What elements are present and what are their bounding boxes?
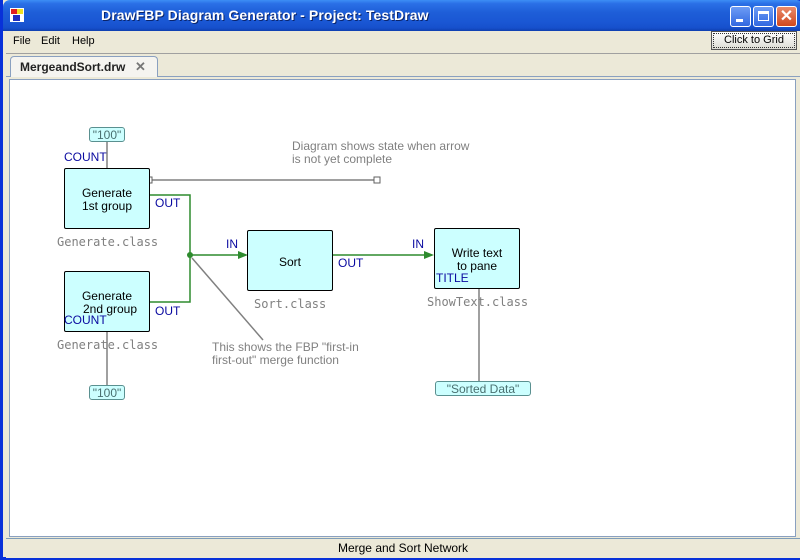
port-out-gen2[interactable]: OUT <box>155 304 180 318</box>
note-line: first-out" merge function <box>212 353 339 367</box>
process-sort[interactable]: Sort <box>247 230 333 291</box>
iip-title-show[interactable]: "Sorted Data" <box>435 381 531 396</box>
process-label-line1: Sort <box>278 255 301 269</box>
port-out-sort[interactable]: OUT <box>338 256 363 270</box>
tab-mergeandsort[interactable]: MergeandSort.drw ✕ <box>10 56 158 77</box>
port-title-show[interactable]: TITLE <box>436 271 469 285</box>
diagram-canvas[interactable]: "100" "100" "Sorted Data" Generate 1st g… <box>9 79 796 537</box>
close-icon[interactable]: ✕ <box>135 59 146 75</box>
note-line: is not yet complete <box>292 152 393 166</box>
iip-count-gen1[interactable]: "100" <box>89 127 125 142</box>
click-to-grid-button[interactable]: Click to Grid <box>711 31 797 50</box>
class-label-gen2: Generate.class <box>57 338 159 352</box>
app-icon <box>10 8 24 22</box>
minimize-icon <box>736 19 743 22</box>
tab-strip: MergeandSort.drw ✕ <box>6 54 800 77</box>
port-in-sort[interactable]: IN <box>226 237 238 251</box>
menu-edit[interactable]: Edit <box>41 35 60 47</box>
class-label-show: ShowText.class <box>427 295 529 309</box>
connection-gen2-sort <box>149 255 191 303</box>
port-count-gen1[interactable]: COUNT <box>64 150 107 164</box>
menu-file[interactable]: File <box>13 35 31 47</box>
app-window: DrawFBP Diagram Generator - Project: Tes… <box>0 0 800 560</box>
class-label-gen1: Generate.class <box>57 235 159 249</box>
title-bar[interactable]: DrawFBP Diagram Generator - Project: Tes… <box>3 0 800 31</box>
status-bar: Merge and Sort Network <box>6 538 800 558</box>
close-icon: ✕ <box>779 8 794 25</box>
arrowhead-show-in <box>424 251 434 259</box>
menu-help[interactable]: Help <box>72 35 95 47</box>
canvas-container: "100" "100" "Sorted Data" Generate 1st g… <box>6 77 800 538</box>
menu-bar: File Edit Help <box>6 31 800 54</box>
close-button[interactable]: ✕ <box>776 6 797 27</box>
note-incomplete-arrow[interactable]: Diagram shows state when arrow is not ye… <box>292 140 469 166</box>
process-generate-1st[interactable]: Generate 1st group <box>64 168 150 229</box>
minimize-button[interactable] <box>730 6 751 27</box>
maximize-icon <box>758 11 769 21</box>
note-merge-function[interactable]: This shows the FBP "first-in first-out" … <box>212 341 359 367</box>
process-label-line2: 1st group <box>81 199 133 213</box>
class-label-sort: Sort.class <box>254 297 327 311</box>
port-out-gen1[interactable]: OUT <box>155 196 180 210</box>
iip-count-gen2[interactable]: "100" <box>89 385 125 400</box>
incomplete-arrow-end <box>373 176 381 184</box>
window-title: DrawFBP Diagram Generator - Project: Tes… <box>101 7 429 23</box>
maximize-button[interactable] <box>753 6 774 27</box>
tab-label: MergeandSort.drw <box>20 60 126 74</box>
merge-point <box>187 252 193 258</box>
port-in-show[interactable]: IN <box>412 237 424 251</box>
status-text: Merge and Sort Network <box>337 541 469 555</box>
port-count-gen2[interactable]: COUNT <box>64 313 107 327</box>
